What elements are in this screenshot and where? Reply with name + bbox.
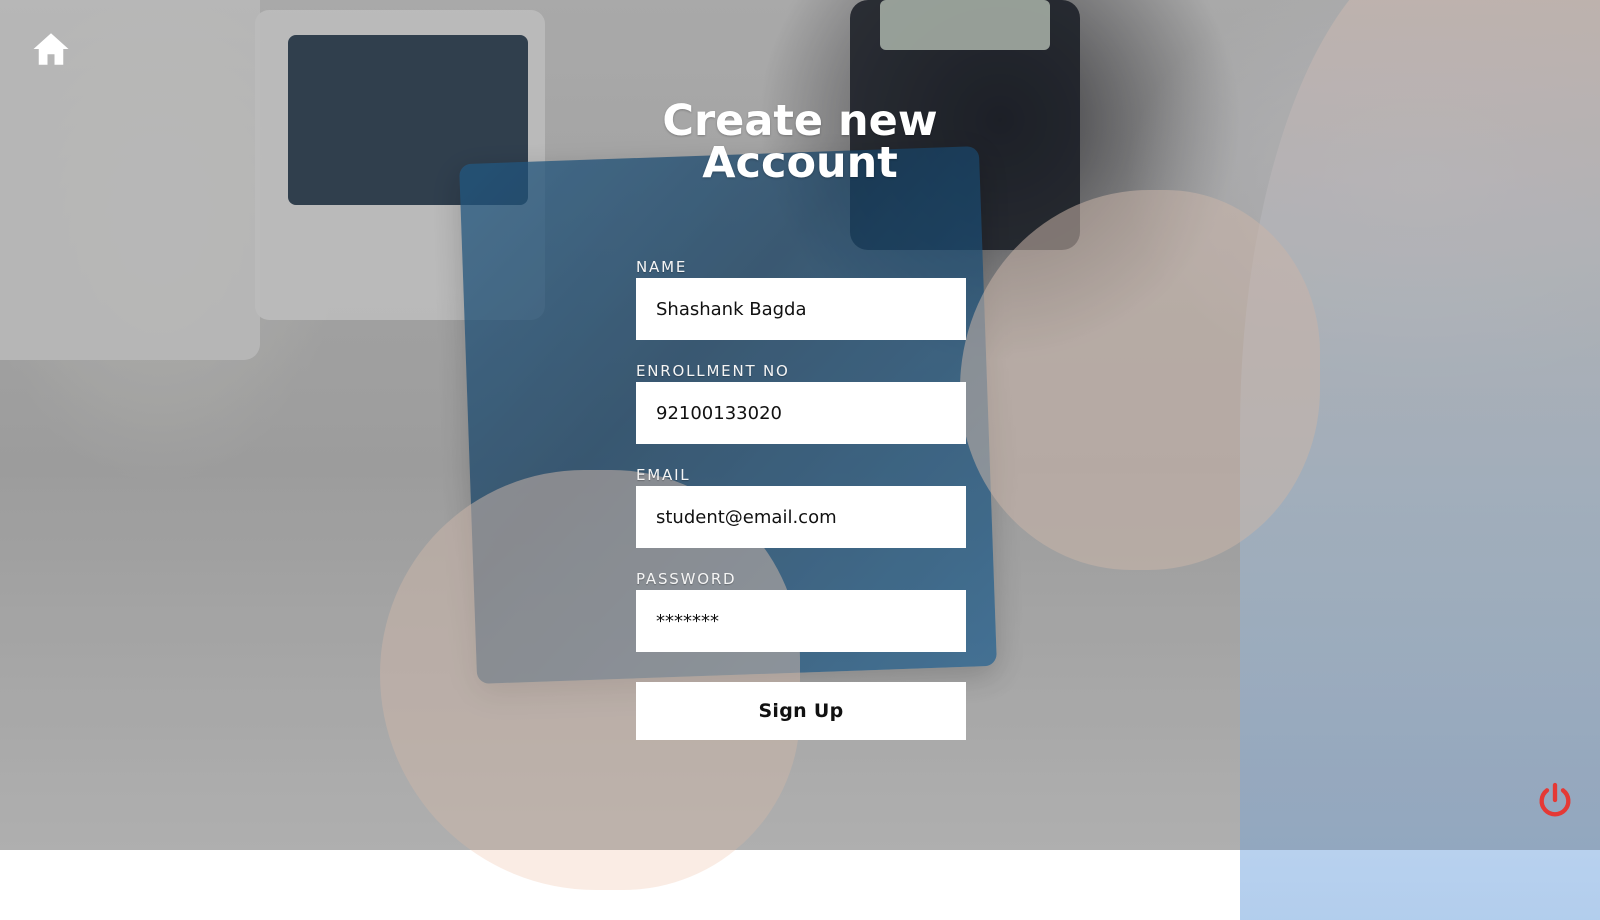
enrollment-field[interactable] [636, 382, 966, 444]
home-icon [33, 33, 69, 65]
email-group: EMAIL [636, 466, 966, 548]
power-icon [1539, 782, 1571, 817]
name-label: NAME [636, 258, 688, 276]
password-field[interactable] [636, 590, 966, 652]
enrollment-group: ENROLLMENT NO [636, 362, 966, 444]
signup-form: NAME ENROLLMENT NO EMAIL PASSWORD Sign U… [636, 258, 966, 740]
home-button[interactable] [30, 28, 72, 70]
name-field[interactable] [636, 278, 966, 340]
enrollment-label: ENROLLMENT NO [636, 362, 790, 380]
sign-up-button[interactable]: Sign Up [636, 682, 966, 740]
page-title-line-2: Account [702, 138, 898, 188]
email-field[interactable] [636, 486, 966, 548]
page-title: Create new Account [0, 96, 1600, 188]
name-group: NAME [636, 258, 966, 340]
email-label: EMAIL [636, 466, 691, 484]
page-title-line-1: Create new [662, 96, 938, 146]
password-group: PASSWORD [636, 570, 966, 652]
power-button[interactable] [1535, 780, 1575, 820]
password-label: PASSWORD [636, 570, 737, 588]
